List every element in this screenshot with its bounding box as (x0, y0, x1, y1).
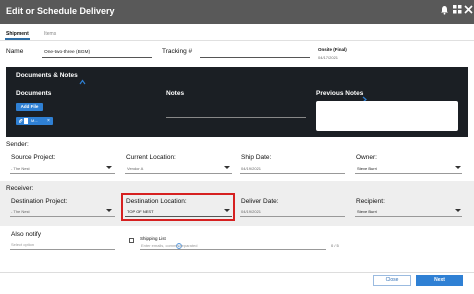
add-file-button[interactable]: Add File (16, 103, 43, 111)
previous-notes-column-label[interactable]: Previous Notes (316, 90, 363, 97)
status-label: Onsite (Final) (318, 47, 347, 52)
current-location-select[interactable] (125, 173, 232, 174)
shipping-list-placeholder[interactable]: Enter emails, comma separated (141, 243, 197, 248)
also-notify-label: Also notify (11, 231, 41, 238)
close-icon[interactable] (462, 5, 474, 17)
destination-project-label: Destination Project: (11, 198, 68, 205)
tab-shipment[interactable]: Shipment (6, 31, 29, 37)
source-project-select[interactable] (10, 173, 115, 174)
ship-date-label: Ship Date: (241, 154, 272, 161)
also-notify-placeholder[interactable]: Select option (11, 242, 34, 247)
tabs-divider (0, 40, 474, 41)
bell-icon[interactable] (438, 5, 450, 17)
owner-dropdown-icon[interactable] (455, 166, 461, 169)
ship-date-field[interactable] (240, 173, 345, 174)
notes-column-label: Notes (166, 90, 185, 97)
source-project-label: Source Project: (11, 154, 56, 161)
file-chip-label: M... (31, 118, 38, 123)
receiver-section-label: Receiver: (6, 185, 34, 192)
tracking-field[interactable] (200, 57, 310, 58)
current-location-label: Current Location: (126, 154, 176, 161)
owner-value: Steve Burri (357, 166, 377, 171)
file-chip[interactable]: M... × (16, 117, 53, 125)
source-project-value: - The Nest (11, 166, 30, 171)
destination-project-select[interactable] (10, 216, 115, 217)
also-notify-select[interactable] (10, 249, 115, 250)
remove-file-icon[interactable]: × (47, 117, 50, 125)
owner-select[interactable] (355, 173, 462, 174)
name-label: Name (6, 48, 24, 55)
chevron-up-icon[interactable] (79, 72, 86, 90)
window-title: Edit or Schedule Delivery (6, 6, 115, 16)
tracking-label: Tracking # (162, 48, 193, 55)
name-value: One-two-three (BGM) (44, 50, 91, 55)
destination-project-dropdown-icon[interactable] (106, 209, 112, 212)
shipping-list-checkbox[interactable] (129, 238, 134, 243)
notes-input[interactable] (166, 117, 306, 118)
shipping-list-counter: 0 / 5 (331, 243, 339, 248)
highlight-box (121, 193, 235, 221)
owner-label: Owner: (356, 154, 377, 161)
file-icon (24, 118, 28, 127)
documents-notes-title[interactable]: Documents & Notes (16, 72, 78, 79)
receiver-section (0, 181, 474, 226)
shipping-list-label: Shipping List (140, 236, 166, 241)
recipient-select[interactable] (355, 216, 462, 217)
documents-column-label: Documents (16, 90, 52, 97)
name-field[interactable] (42, 57, 152, 58)
recipient-value: Steve Burri (357, 209, 377, 214)
close-button[interactable]: Close (373, 275, 411, 286)
destination-project-value: - The Nest (11, 209, 30, 214)
deliver-date-value[interactable]: 04/19/2021 (241, 209, 261, 214)
next-button[interactable]: Next (416, 275, 463, 286)
paperclip-icon (18, 118, 23, 127)
ship-date-value[interactable]: 04/19/2021 (241, 166, 261, 171)
source-project-dropdown-icon[interactable] (106, 166, 112, 169)
current-location-value: Vendor A (127, 166, 144, 171)
shipping-list-input[interactable] (140, 249, 326, 250)
deliver-date-label: Deliver Date: (241, 198, 279, 205)
recipient-label: Recipient: (356, 198, 385, 205)
tab-items[interactable]: Items (44, 31, 56, 37)
current-location-dropdown-icon[interactable] (224, 166, 230, 169)
status-date: 04/17/2021 (318, 55, 339, 60)
sender-section-label: Sender: (6, 141, 29, 148)
footer-divider (0, 272, 474, 273)
deliver-date-field[interactable] (240, 216, 345, 217)
previous-notes-box (316, 101, 458, 131)
recipient-dropdown-icon[interactable] (455, 209, 461, 212)
